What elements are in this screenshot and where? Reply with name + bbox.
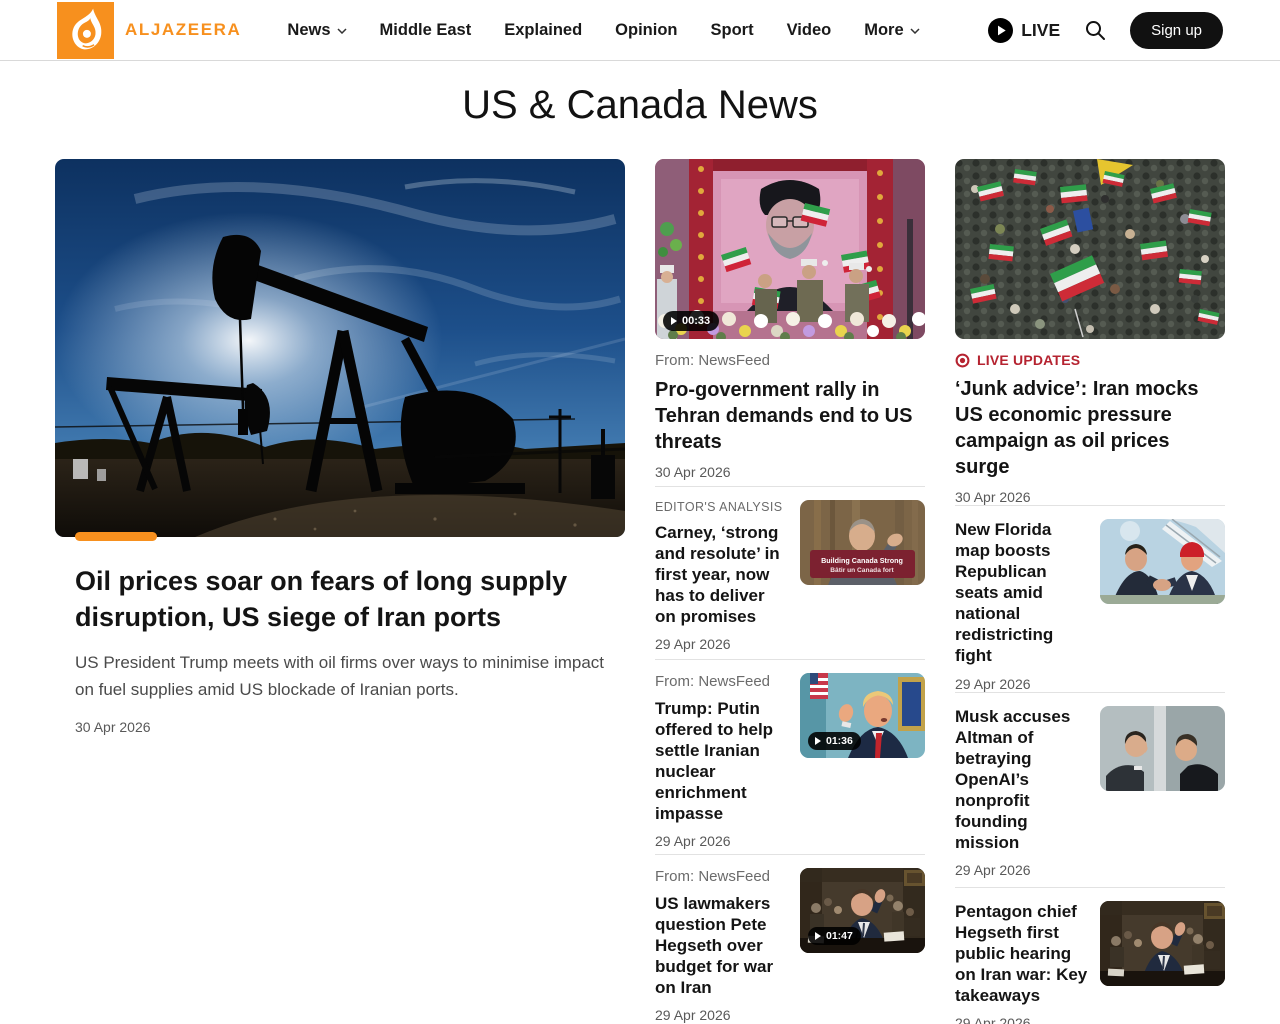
tehran-rally-image[interactable]: 00:33 [655, 159, 925, 339]
carney-thumbnail[interactable]: Building Canada Strong Bâtir un Canada f… [800, 500, 925, 585]
featured-excerpt: US President Trump meets with oil firms … [75, 650, 605, 704]
article-title[interactable]: New Florida map boosts Republican seats … [955, 519, 1088, 667]
header-actions: LIVE Sign up [988, 12, 1223, 49]
news-grid: Oil prices soar on fears of long supply … [0, 159, 1280, 1024]
signup-button[interactable]: Sign up [1130, 12, 1223, 49]
nav-item-video[interactable]: Video [787, 21, 832, 40]
aljazeera-logo-icon [57, 2, 114, 59]
aljazeera-logo[interactable]: ALJAZEERA [57, 2, 241, 59]
featured-article: Oil prices soar on fears of long supply … [55, 159, 625, 1024]
accent-bar [75, 532, 157, 541]
article-date: 29 Apr 2026 [655, 833, 788, 849]
iran-crowd-image[interactable] [955, 159, 1225, 339]
featured-image[interactable] [55, 159, 625, 537]
play-icon [671, 317, 677, 325]
site-header: ALJAZEERA News Middle East Explained Opi… [0, 0, 1280, 61]
nav-item-middle-east[interactable]: Middle East [380, 21, 472, 40]
svg-text:Building Canada Strong: Building Canada Strong [821, 556, 903, 565]
play-icon [815, 737, 821, 745]
musk-altman-photo [1100, 706, 1225, 791]
hegseth-thumbnail[interactable]: 01:47 [800, 868, 925, 953]
svg-text:Bâtir un Canada fort: Bâtir un Canada fort [830, 567, 894, 574]
live-dot-icon [955, 353, 970, 368]
article-title[interactable]: ‘Junk advice’: Iran mocks US economic pr… [955, 376, 1225, 480]
nav-item-more[interactable]: More [864, 21, 919, 40]
column-2: 00:33 From: NewsFeed Pro-government rall… [655, 159, 925, 1024]
play-icon [815, 932, 821, 940]
nav-item-sport[interactable]: Sport [711, 21, 754, 40]
live-updates-kicker: LIVE UPDATES [955, 352, 1225, 368]
article-date: 29 Apr 2026 [955, 1015, 1088, 1024]
desantis-trump-photo [1100, 519, 1225, 604]
featured-title[interactable]: Oil prices soar on fears of long supply … [75, 563, 605, 635]
video-duration-badge: 01:47 [808, 927, 861, 945]
main-content: US & Canada News [0, 83, 1280, 1024]
logo-wordmark: ALJAZEERA [125, 20, 241, 40]
article-date: 29 Apr 2026 [655, 636, 788, 652]
article-date: 29 Apr 2026 [955, 676, 1088, 692]
article-kicker: From: NewsFeed [655, 868, 788, 885]
video-duration-badge: 01:36 [808, 732, 861, 750]
featured-date: 30 Apr 2026 [75, 719, 605, 735]
iran-live-article: LIVE UPDATES ‘Junk advice’: Iran mocks U… [955, 159, 1225, 505]
article-title[interactable]: US lawmakers question Pete Hegseth over … [655, 893, 788, 998]
page-title: US & Canada News [0, 83, 1280, 128]
carney-photo: Building Canada Strong Bâtir un Canada f… [800, 500, 925, 585]
iran-crowd-photo [955, 159, 1225, 339]
article-title[interactable]: Pro-government rally in Tehran demands e… [655, 377, 925, 455]
oil-pumpjack-photo [55, 159, 625, 537]
nav-item-explained[interactable]: Explained [504, 21, 582, 40]
nav-item-news[interactable]: News [287, 21, 346, 40]
main-nav: News Middle East Explained Opinion Sport… [287, 21, 919, 40]
article-kicker: From: NewsFeed [655, 352, 925, 369]
article-title[interactable]: Pentagon chief Hegseth first public hear… [955, 901, 1088, 1006]
musk-altman-thumbnail[interactable] [1100, 706, 1225, 791]
hegseth-thumbnail-2[interactable] [1100, 901, 1225, 986]
trump-putin-article: From: NewsFeed Trump: Putin offered to h… [655, 660, 925, 854]
florida-map-article: New Florida map boosts Republican seats … [955, 506, 1225, 692]
article-title[interactable]: Carney, ‘strong and resolute’ in first y… [655, 522, 788, 627]
trump-thumbnail[interactable]: 01:36 [800, 673, 925, 758]
article-date: 29 Apr 2026 [955, 862, 1088, 878]
article-kicker: From: NewsFeed [655, 673, 788, 690]
chevron-down-icon [337, 28, 347, 34]
column-3: LIVE UPDATES ‘Junk advice’: Iran mocks U… [955, 159, 1225, 1024]
hegseth-budget-article: From: NewsFeed US lawmakers question Pet… [655, 855, 925, 1023]
tehran-rally-article: 00:33 From: NewsFeed Pro-government rall… [655, 159, 925, 486]
hegseth-takeaways-article: Pentagon chief Hegseth first public hear… [955, 888, 1225, 1024]
video-duration-badge: 00:33 [663, 311, 719, 331]
nav-item-opinion[interactable]: Opinion [615, 21, 677, 40]
carney-article: EDITOR'S ANALYSIS Carney, ‘strong and re… [655, 487, 925, 659]
musk-altman-article: Musk accuses Altman of betraying OpenAI’… [955, 693, 1225, 887]
article-title[interactable]: Trump: Putin offered to help settle Iran… [655, 698, 788, 824]
live-button[interactable]: LIVE [988, 18, 1060, 43]
article-date: 29 Apr 2026 [655, 1007, 788, 1023]
search-button[interactable] [1081, 16, 1109, 44]
article-kicker: EDITOR'S ANALYSIS [655, 500, 788, 514]
play-circle-icon [988, 18, 1013, 43]
search-icon [1083, 18, 1107, 42]
desantis-trump-thumbnail[interactable] [1100, 519, 1225, 604]
article-date: 30 Apr 2026 [655, 464, 925, 480]
article-date: 30 Apr 2026 [955, 489, 1225, 505]
chevron-down-icon [910, 28, 920, 34]
article-title[interactable]: Musk accuses Altman of betraying OpenAI’… [955, 706, 1088, 854]
hegseth-hearing-photo-2 [1100, 901, 1225, 986]
